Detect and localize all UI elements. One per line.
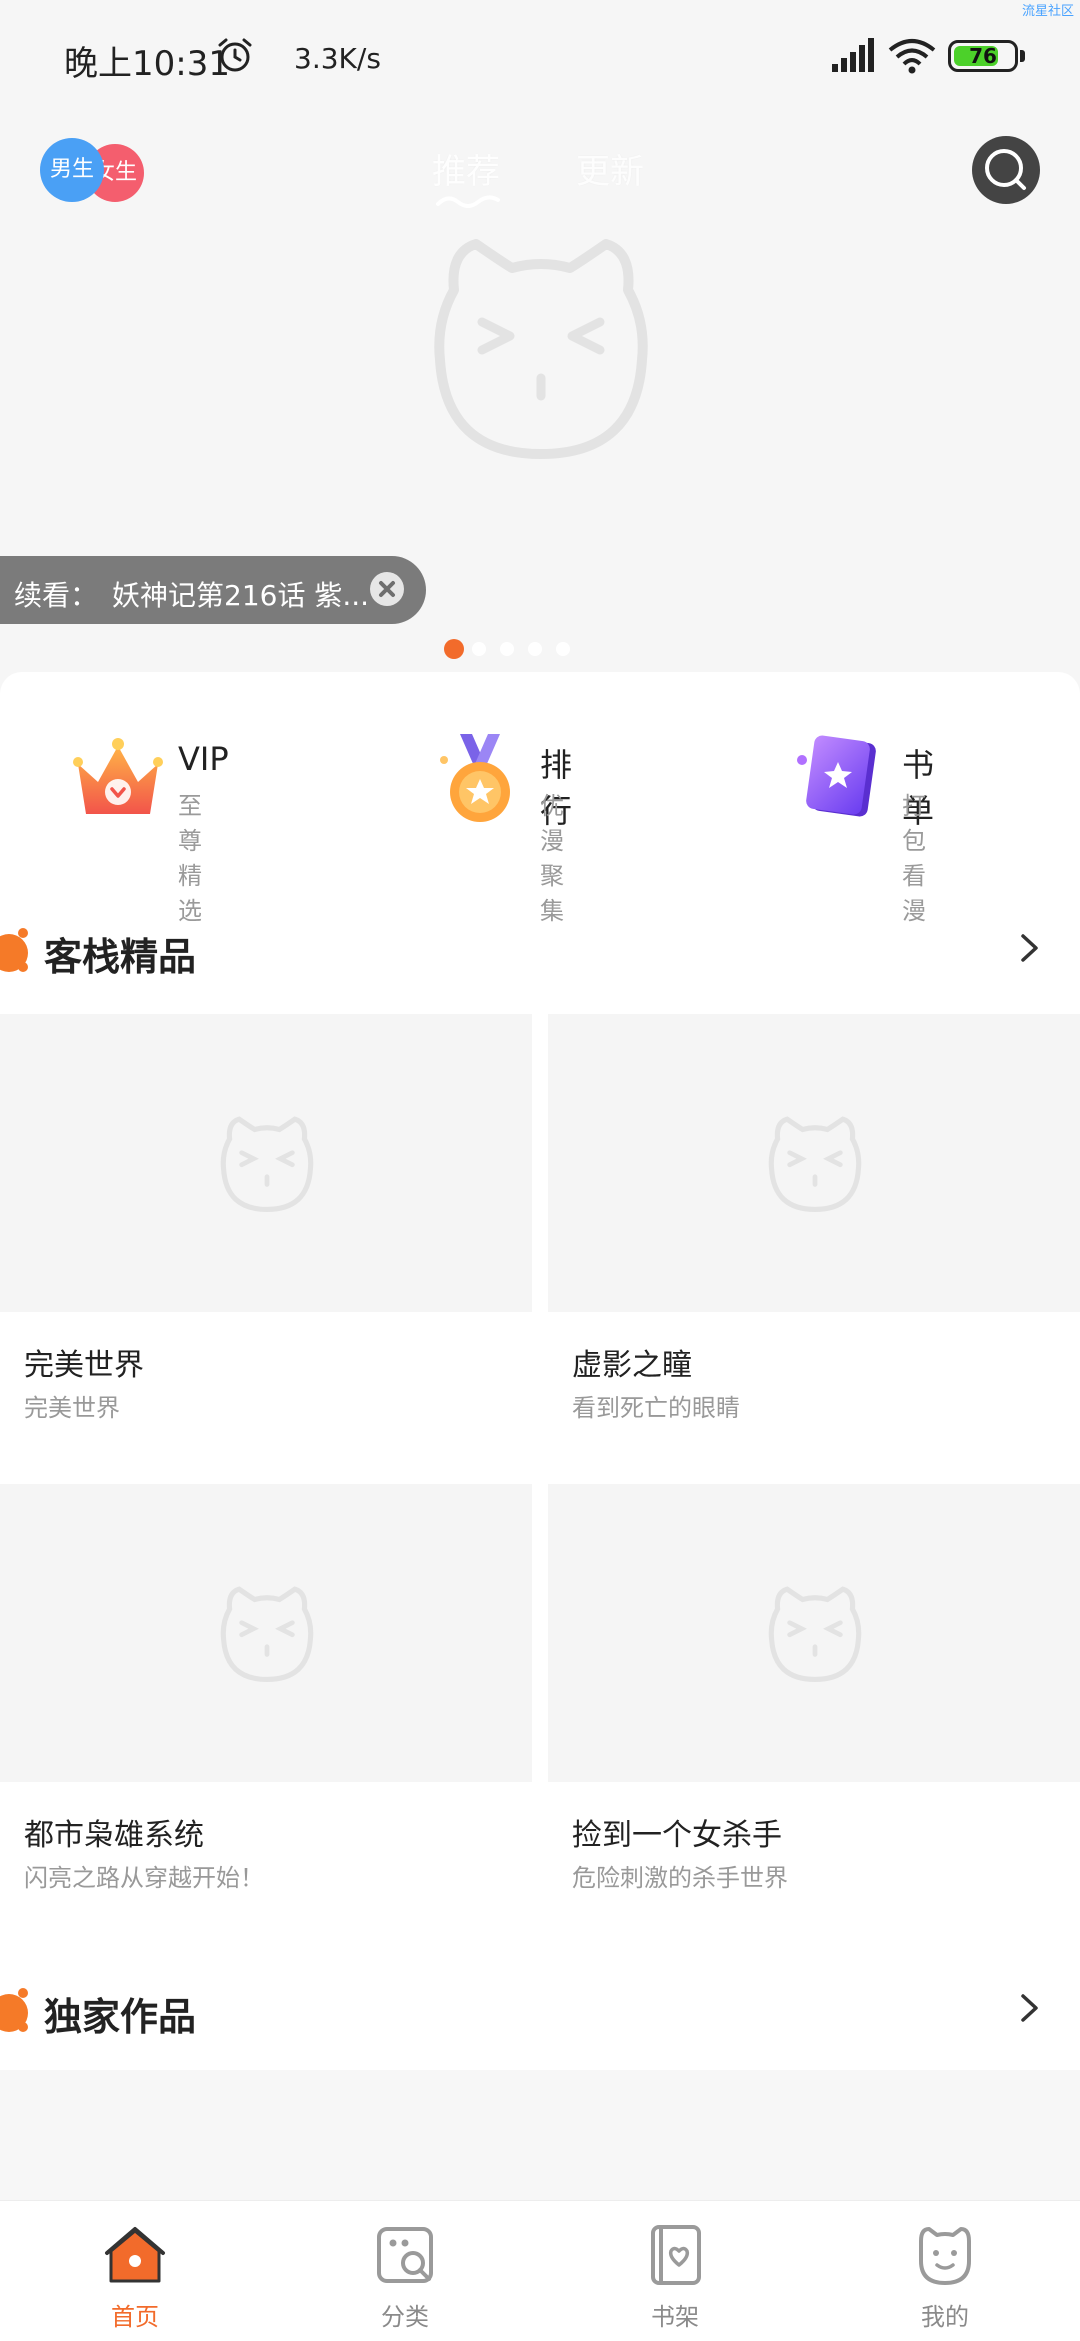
- comic-card[interactable]: 都市枭雄系统 闪亮之路从穿越开始！: [0, 1484, 532, 1924]
- net-speed: 3.3K/s: [294, 42, 381, 75]
- comic-subtitle: 危险刺激的杀手世界: [572, 1864, 788, 1892]
- chevron-right-icon[interactable]: [1018, 1990, 1042, 2026]
- search-icon: [985, 149, 1026, 190]
- nav-profile[interactable]: 我的: [810, 2201, 1080, 2341]
- quick-link-subtitle: 打包看漫: [902, 792, 926, 925]
- section-deco-dot: [18, 928, 28, 938]
- medal-icon: [440, 734, 510, 822]
- continue-label: 续看：: [14, 579, 99, 612]
- nav-bookshelf[interactable]: 书架: [540, 2201, 810, 2341]
- comic-cover[interactable]: [548, 1484, 1080, 1782]
- comic-title: 完美世界: [24, 1348, 144, 1383]
- tab-recommend[interactable]: 推荐: [432, 144, 500, 193]
- comic-subtitle: 看到死亡的眼睛: [572, 1394, 740, 1422]
- comic-cover[interactable]: [548, 1014, 1080, 1312]
- carousel-dot: [556, 642, 570, 656]
- comic-card[interactable]: 虚影之瞳 看到死亡的眼睛: [548, 1014, 1080, 1454]
- nav-label: 首页: [111, 2303, 159, 2331]
- battery-tip: [1020, 50, 1025, 62]
- comic-subtitle: 完美世界: [24, 1394, 120, 1422]
- alarm-icon: [218, 38, 252, 72]
- placeholder-cat-icon: [768, 1586, 862, 1682]
- placeholder-cat-icon: [220, 1586, 314, 1682]
- comic-title: 捡到一个女杀手: [572, 1818, 782, 1853]
- search-button[interactable]: [972, 136, 1040, 204]
- wifi-icon: [888, 39, 936, 74]
- battery-icon: 76: [948, 40, 1018, 72]
- status-bar: 晚上10:31 3.3K/s 76 流星社区: [0, 0, 1080, 120]
- close-button[interactable]: [370, 572, 404, 606]
- section-content-placeholder: [0, 2070, 1080, 2200]
- chevron-right-icon[interactable]: [1018, 930, 1042, 966]
- section-title: 独家作品: [44, 1995, 197, 2039]
- quick-link-title: VIP: [178, 740, 229, 778]
- comic-subtitle: 闪亮之路从穿越开始！: [24, 1864, 264, 1892]
- carousel-dot: [528, 642, 542, 656]
- tab-indicator: [436, 195, 500, 208]
- carousel-dot: [472, 642, 486, 656]
- home-icon: [105, 2227, 165, 2283]
- nav-category[interactable]: 分类: [270, 2201, 540, 2341]
- category-icon: [377, 2227, 433, 2283]
- section-title: 客栈精品: [44, 935, 197, 979]
- gender-male[interactable]: 男生: [40, 138, 104, 202]
- comic-cover[interactable]: [0, 1484, 532, 1782]
- comic-title: 虚影之瞳: [572, 1348, 692, 1383]
- continue-reading-bar[interactable]: 续看： 妖神记第216话 紫...: [0, 556, 426, 624]
- book-icon: [797, 735, 876, 817]
- placeholder-cat-icon: [220, 1116, 314, 1212]
- comic-cover[interactable]: [0, 1014, 532, 1312]
- comic-card[interactable]: 完美世界 完美世界: [0, 1014, 532, 1454]
- bookshelf-icon: [651, 2225, 701, 2285]
- profile-icon: [919, 2227, 971, 2285]
- quick-link-subtitle: 至尊精选: [178, 792, 202, 925]
- close-icon: [379, 581, 395, 597]
- quick-link-subtitle: 优漫聚集: [540, 792, 564, 925]
- section-deco-dot: [18, 2022, 28, 2032]
- carousel-dot: [500, 642, 514, 656]
- comic-card[interactable]: 捡到一个女杀手 危险刺激的杀手世界: [548, 1484, 1080, 1924]
- carousel-dot: [444, 639, 464, 659]
- nav-label: 分类: [381, 2303, 429, 2331]
- continue-title[interactable]: 妖神记第216话 紫...: [112, 574, 369, 614]
- nav-home[interactable]: 首页: [0, 2201, 270, 2341]
- section-deco-dot: [18, 962, 28, 972]
- battery-percent: 76: [969, 44, 997, 68]
- placeholder-cat-icon: [768, 1116, 862, 1212]
- section-header-exclusive[interactable]: 独家作品: [0, 1978, 1080, 2039]
- status-time: 晚上10:31: [64, 44, 230, 84]
- banner-placeholder-icon: [434, 239, 648, 459]
- nav-label: 我的: [921, 2303, 969, 2331]
- section-deco-dot: [18, 1988, 28, 1998]
- tab-update[interactable]: 更新: [576, 144, 644, 193]
- section-header-featured[interactable]: 客栈精品: [0, 918, 1080, 979]
- watermark: 流星社区: [1021, 4, 1074, 19]
- comic-title: 都市枭雄系统: [24, 1818, 204, 1853]
- crown-icon: [73, 738, 163, 814]
- bottom-nav: 首页 分类 书架 我的: [0, 2200, 1080, 2341]
- signal-icon: [832, 38, 874, 72]
- nav-label: 书架: [651, 2303, 699, 2331]
- gender-toggle[interactable]: 女生 男生: [40, 136, 152, 202]
